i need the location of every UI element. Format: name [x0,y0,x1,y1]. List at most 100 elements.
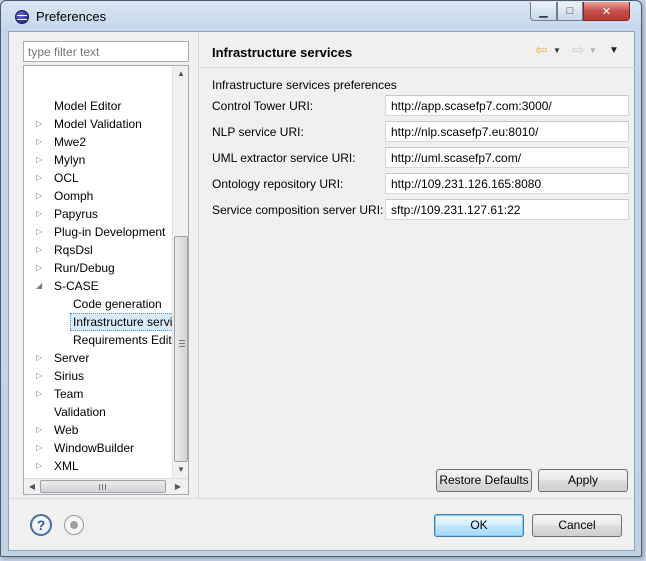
tree-item-label: Run/Debug [54,261,115,275]
field-row: Ontology repository URI: [212,173,632,195]
tree-item-label: Mylyn [54,153,86,167]
tree-item-label: Sirius [54,369,85,383]
tree-expand-icon[interactable]: ▷ [36,241,46,259]
tree-item-xml[interactable]: ▷ XML [24,457,174,475]
tree-item-label: Oomph [54,189,94,203]
forward-dropdown-icon[interactable]: ▼ [589,42,597,60]
tree-expand-icon[interactable]: ▷ [36,457,46,475]
tree-item-label: Validation [54,405,106,419]
uml-extractor-uri-input[interactable] [385,147,629,168]
tree-horizontal-scrollbar[interactable]: ◀ ▶ [24,478,188,494]
tree-collapse-icon[interactable]: ◢ [36,277,46,295]
preferences-tree: Model Editor ▷ Model Validation ▷ Mwe2 ▷ Mylyn… [23,65,189,495]
service-composition-uri-input[interactable] [385,199,629,220]
tree-expand-icon[interactable]: ▷ [36,115,46,133]
scroll-right-arrow-icon[interactable]: ▶ [170,479,186,494]
help-icon[interactable]: ? [30,514,52,536]
tree-item-papyrus[interactable]: ▷ Papyrus [24,205,174,223]
tree-item-ocl[interactable]: ▷ OCL [24,169,174,187]
close-icon: ✕ [601,5,612,18]
footer-separator [9,498,634,499]
back-arrow-icon[interactable]: ⇦ [535,42,548,60]
service-composition-uri-label: Service composition server URI: [212,203,384,217]
ontology-repository-uri-input[interactable] [385,173,629,194]
tree-item-label: Papyrus [54,207,99,221]
tree-item-label: Model Editor [54,99,122,113]
back-dropdown-icon[interactable]: ▼ [553,42,561,60]
tree-item-label: RqsDsl [54,243,93,257]
control-tower-uri-input[interactable] [385,95,629,116]
tree-item-windowbuilder[interactable]: ▷ WindowBuilder [24,439,174,457]
tree-item-label: Code generation [73,297,162,311]
tree-item-label: Web [54,423,79,437]
tree-item-team[interactable]: ▷ Team [24,385,174,403]
maximize-button[interactable]: □ [557,2,583,21]
tree-item-plug-in-development[interactable]: ▷ Plug-in Development [24,223,174,241]
tree-expand-icon[interactable]: ▷ [36,349,46,367]
ok-button[interactable]: OK [434,514,524,537]
tree-expand-icon[interactable]: ▷ [36,151,46,169]
scroll-left-arrow-icon[interactable]: ◀ [24,479,40,494]
tree-item-server[interactable]: ▷ Server [24,349,174,367]
tree-item-web[interactable]: ▷ Web [24,421,174,439]
pane-sash[interactable] [198,32,199,498]
scroll-down-arrow-icon[interactable]: ▼ [173,462,188,478]
tree-item-oomph[interactable]: ▷ Oomph [24,187,174,205]
record-macro-icon[interactable] [64,515,84,535]
minimize-button[interactable]: ▁ [530,2,557,21]
tree-item-validation[interactable]: Validation [24,403,174,421]
view-menu-icon[interactable]: ▼ [609,42,619,60]
title-bar[interactable]: Preferences ▁ □ ✕ [1,1,641,31]
tree-item-label: OCL [54,171,79,185]
preferences-window: Preferences ▁ □ ✕ Model Editor ▷ Model Val… [0,0,642,557]
field-row: Control Tower URI: [212,95,632,117]
page-title: Infrastructure services [212,45,353,60]
tree-item-requirements-editor[interactable]: Requirements Editor [24,331,182,349]
tree-item-model-editor[interactable]: Model Editor [24,97,174,115]
close-button[interactable]: ✕ [583,2,630,21]
apply-button[interactable]: Apply [538,469,628,492]
tree-item-run-debug[interactable]: ▷ Run/Debug [24,259,174,277]
scroll-up-arrow-icon[interactable]: ▲ [173,66,188,82]
tree-item-infrastructure-service[interactable]: Infrastructure service [24,313,188,331]
filter-input[interactable] [23,41,189,62]
field-row: NLP service URI: [212,121,632,143]
tree-expand-icon[interactable]: ▷ [36,367,46,385]
tree-item-mwe2[interactable]: ▷ Mwe2 [24,133,174,151]
tree-expand-icon[interactable]: ▷ [36,133,46,151]
nlp-service-uri-input[interactable] [385,121,629,142]
nlp-service-uri-label: NLP service URI: [212,125,304,139]
tree-item-label: Mwe2 [54,135,87,149]
tree-expand-icon[interactable]: ▷ [36,169,46,187]
window-title: Preferences [36,9,107,24]
eclipse-app-icon [15,10,29,24]
cancel-button[interactable]: Cancel [532,514,622,537]
tree-item-s-case[interactable]: ◢ S-CASE [24,277,174,295]
field-row: Service composition server URI: [212,199,632,221]
forward-arrow-icon[interactable]: ⇨ [572,42,585,60]
tree-item-model-validation[interactable]: ▷ Model Validation [24,115,174,133]
tree-item-label: Model Validation [54,117,142,131]
scroll-grip-icon [99,484,106,490]
uml-extractor-uri-label: UML extractor service URI: [212,151,356,165]
tree-item-label: Plug-in Development [54,225,166,239]
scroll-grip-icon [179,340,185,347]
vertical-scroll-thumb[interactable] [174,236,188,462]
tree-item-label: Infrastructure service [70,313,188,331]
tree-vertical-scrollbar[interactable]: ▲ ▼ [172,66,188,478]
horizontal-scroll-thumb[interactable] [40,480,166,493]
tree-item-mylyn[interactable]: ▷ Mylyn [24,151,174,169]
tree-item-sirius[interactable]: ▷ Sirius [24,367,174,385]
tree-expand-icon[interactable]: ▷ [36,421,46,439]
tree-expand-icon[interactable]: ▷ [36,259,46,277]
tree-item-code-generation[interactable]: Code generation [24,295,174,313]
tree-expand-icon[interactable]: ▷ [36,439,46,457]
restore-defaults-button[interactable]: Restore Defaults [436,469,532,492]
field-row: UML extractor service URI: [212,147,632,169]
tree-expand-icon[interactable]: ▷ [36,187,46,205]
tree-expand-icon[interactable]: ▷ [36,205,46,223]
tree-item-rqsdsl[interactable]: ▷ RqsDsl [24,241,174,259]
tree-expand-icon[interactable]: ▷ [36,385,46,403]
minimize-icon: ▁ [539,5,548,18]
tree-expand-icon[interactable]: ▷ [36,223,46,241]
